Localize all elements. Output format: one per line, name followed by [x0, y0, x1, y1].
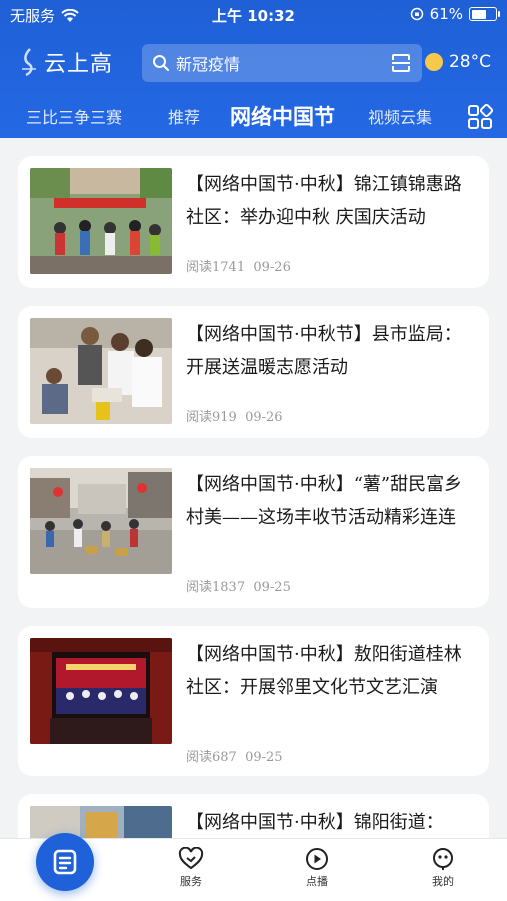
bottom-nav: 服务 点播 我的: [0, 833, 507, 901]
nav-service[interactable]: 服务: [161, 847, 221, 889]
news-home-button[interactable]: [36, 833, 94, 891]
nav-label: 点播: [306, 875, 328, 888]
article-card[interactable]: 【网络中国节·中秋】锦阳街道：: [18, 794, 489, 838]
status-bar: 无服务 上午 10:32 61%: [0, 0, 507, 28]
top-bar: 无服务 上午 10:32 61% 云上高 新冠疫情 28°C 三比三争三赛 推荐…: [0, 0, 507, 138]
sun-icon: [424, 53, 443, 71]
search-placeholder: 新冠疫情: [176, 55, 241, 74]
article-thumbnail: [30, 806, 172, 838]
nav-label: 服务: [180, 875, 202, 888]
orientation-lock-icon: [410, 7, 423, 21]
read-count: 阅读1741: [186, 260, 246, 275]
category-tabs: 三比三争三赛 推荐 网络中国节 视频云集: [0, 96, 507, 136]
publish-date: 09-26: [245, 410, 283, 425]
article-thumbnail: [30, 168, 172, 274]
article-thumbnail: [30, 468, 172, 574]
battery-icon: [469, 7, 500, 21]
article-meta: 阅读687 09-25: [186, 746, 283, 765]
article-meta: 阅读1741 09-26: [186, 256, 291, 275]
nav-mine[interactable]: 我的: [413, 847, 473, 889]
article-card[interactable]: 【网络中国节·中秋】锦江镇锦惠路社区：举办迎中秋 庆国庆活动 阅读1741 09…: [18, 156, 489, 288]
publish-date: 09-25: [245, 750, 283, 765]
app-header: 云上高 新冠疫情 28°C: [0, 42, 507, 86]
search-icon: [153, 55, 169, 71]
battery-percent: 61%: [429, 5, 463, 23]
article-title: 【网络中国节·中秋】锦阳街道：: [186, 812, 444, 833]
app-logo[interactable]: 云上高: [18, 46, 113, 78]
article-meta: 阅读1837 09-25: [186, 576, 291, 595]
search-bar[interactable]: 新冠疫情: [142, 44, 422, 82]
article-card[interactable]: 【网络中国节·中秋】敖阳街道桂林社区：开展邻里文化节文艺汇演 阅读687 09-…: [18, 626, 489, 776]
read-count: 阅读1837: [186, 580, 246, 595]
publish-date: 09-26: [253, 260, 291, 275]
tab-sanbi[interactable]: 三比三争三赛: [26, 96, 122, 136]
article-title: 【网络中国节·中秋】“薯”甜民富乡村美——这场丰收节活动精彩连连: [186, 474, 463, 528]
article-card[interactable]: 【网络中国节·中秋】“薯”甜民富乡村美——这场丰收节活动精彩连连 阅读1837 …: [18, 456, 489, 608]
tab-video[interactable]: 视频云集: [368, 96, 432, 136]
weather-widget[interactable]: 28°C: [424, 52, 491, 72]
nav-label: 我的: [432, 875, 454, 888]
tab-network-festival[interactable]: 网络中国节: [230, 96, 335, 136]
read-count: 阅读687: [186, 750, 237, 765]
article-title: 【网络中国节·中秋】锦江镇锦惠路社区：举办迎中秋 庆国庆活动: [186, 174, 462, 228]
article-list: 【网络中国节·中秋】锦江镇锦惠路社区：举办迎中秋 庆国庆活动 阅读1741 09…: [0, 138, 507, 838]
article-meta: 阅读919 09-26: [186, 406, 283, 425]
service-heart-icon: [178, 847, 204, 870]
user-face-icon: [433, 848, 453, 870]
tab-recommend[interactable]: 推荐: [168, 96, 200, 136]
play-icon: [306, 848, 328, 870]
logo-text: 云上高: [44, 52, 114, 77]
article-thumbnail: [30, 638, 172, 744]
nav-on-demand[interactable]: 点播: [287, 847, 347, 889]
article-card[interactable]: 【网络中国节·中秋节】县市监局：开展送温暖志愿活动 阅读919 09-26: [18, 306, 489, 438]
read-count: 阅读919: [186, 410, 237, 425]
article-title: 【网络中国节·中秋节】县市监局：开展送温暖志愿活动: [186, 324, 462, 378]
temperature: 28°C: [448, 52, 491, 72]
news-icon: [53, 849, 77, 875]
logo-mark-icon: [22, 48, 36, 77]
publish-date: 09-25: [253, 580, 291, 595]
article-thumbnail: [30, 318, 172, 424]
category-grid-icon[interactable]: [467, 104, 493, 130]
article-title: 【网络中国节·中秋】敖阳街道桂林社区：开展邻里文化节文艺汇演: [186, 644, 462, 698]
scan-icon[interactable]: [390, 52, 412, 74]
